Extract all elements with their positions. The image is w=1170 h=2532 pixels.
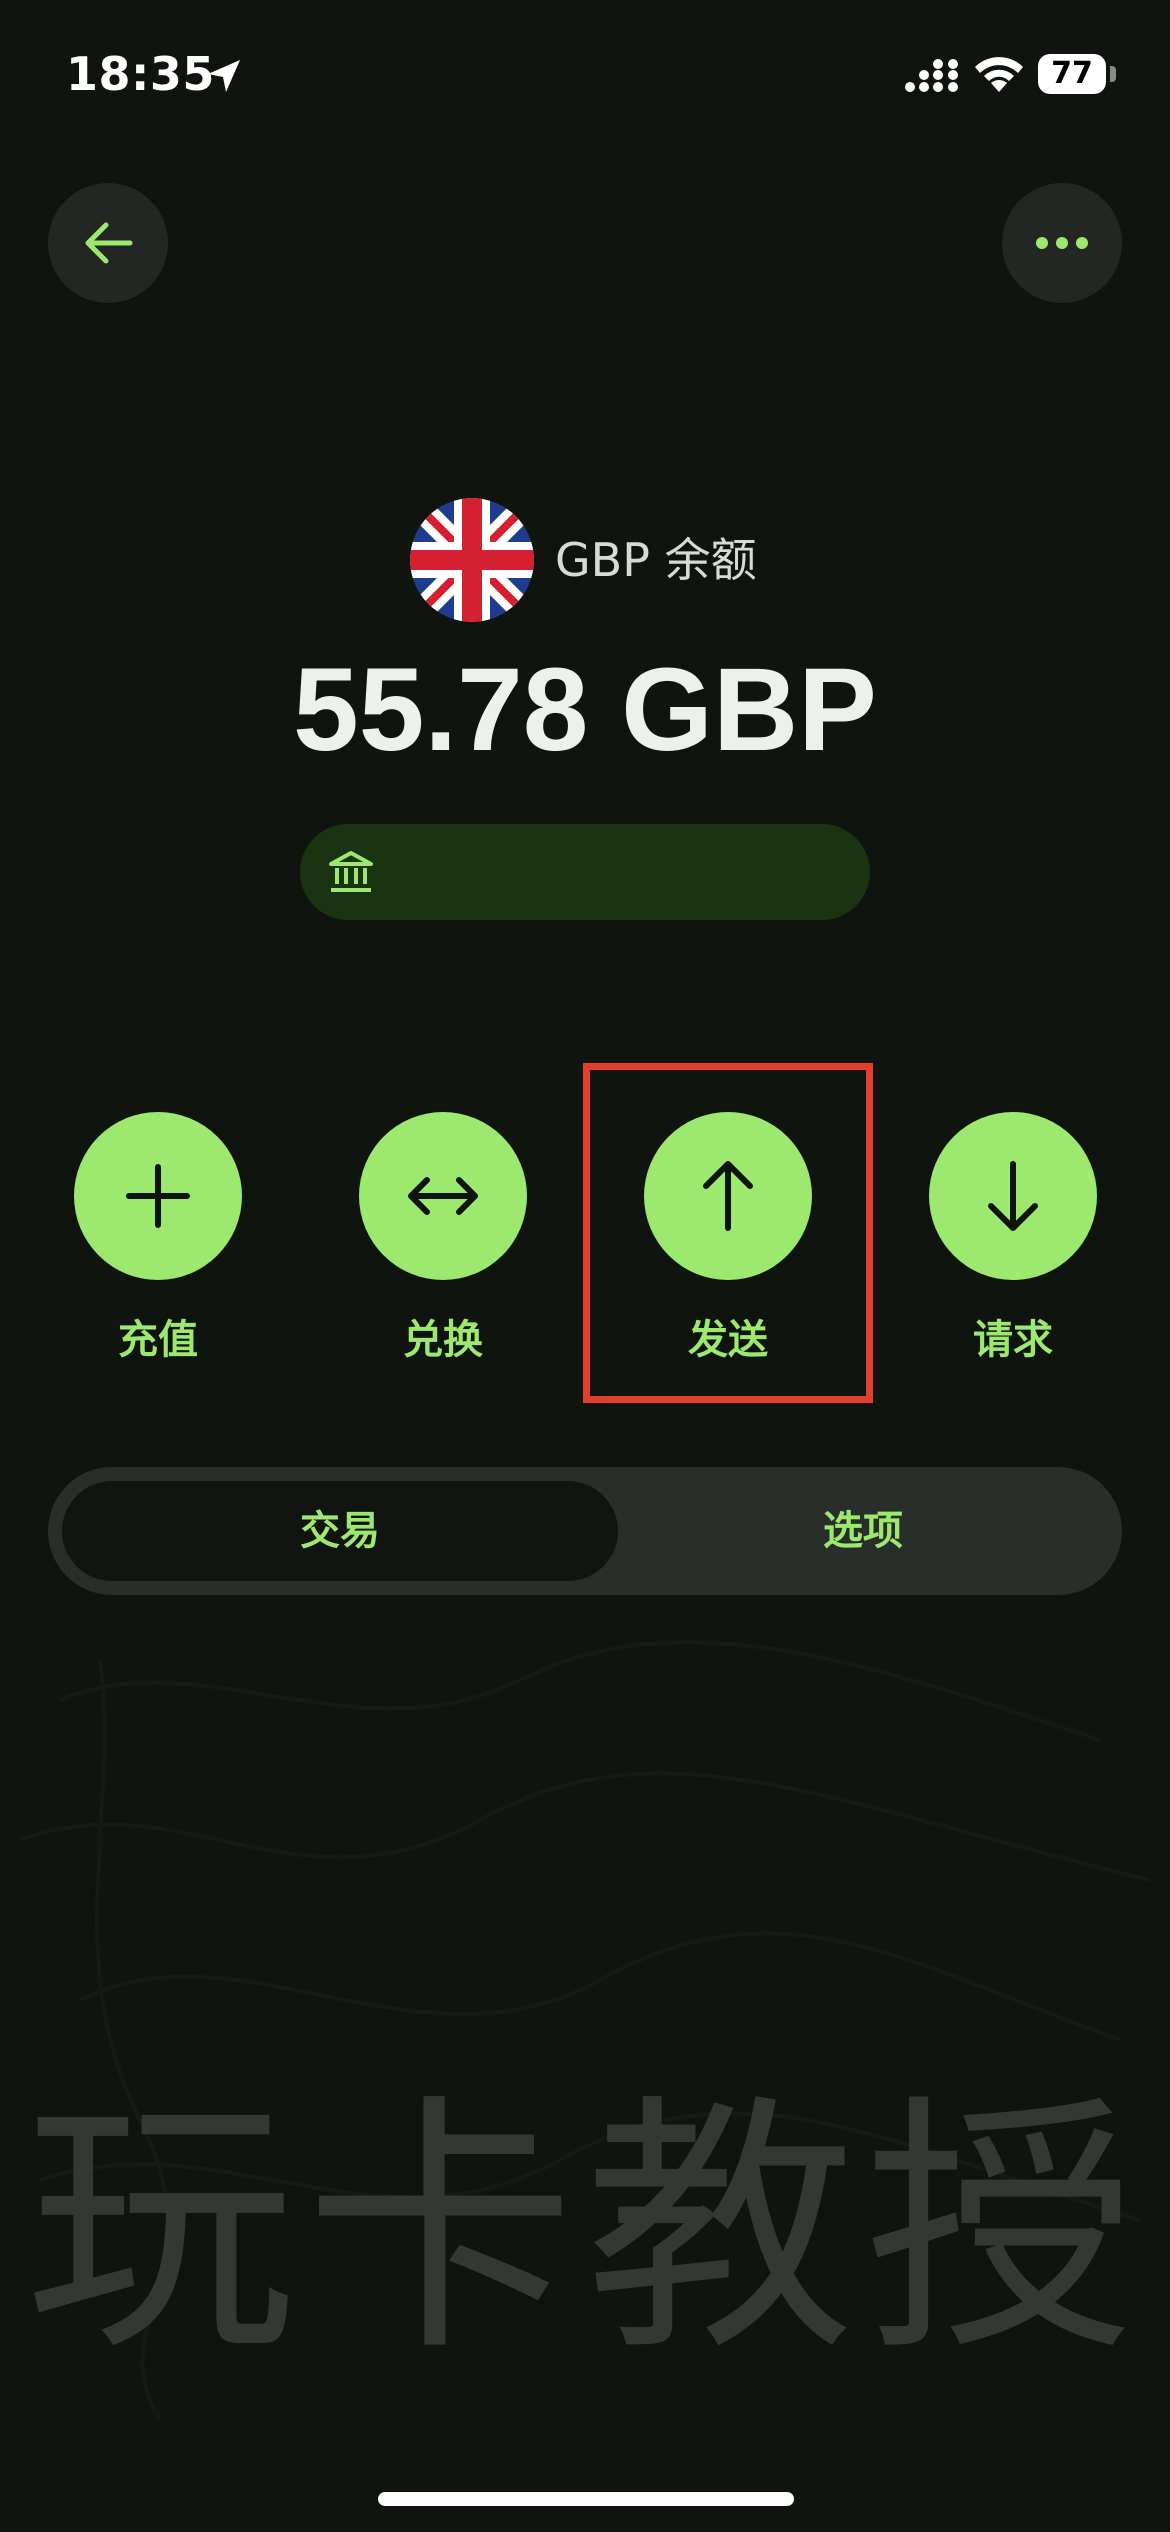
plus-icon <box>126 1164 190 1228</box>
top-up-label: 充值 <box>118 1317 198 1363</box>
status-time: 18:35 <box>66 47 215 101</box>
cellular-signal-icon <box>905 59 958 92</box>
arrow-left-icon <box>85 222 133 264</box>
balance-label: GBP 余额 <box>555 533 757 587</box>
wifi-icon <box>975 57 1023 92</box>
double-arrow-icon <box>408 1177 478 1215</box>
request-action[interactable]: 请求 <box>913 1112 1113 1366</box>
screen: 18:35 77 GBP 余额 55.78 GBP 充值 兑换 发送 请求 交易… <box>0 0 1170 2532</box>
send-highlight-box <box>583 1063 873 1403</box>
bank-icon <box>329 851 373 892</box>
bank-details-pill[interactable] <box>300 824 870 920</box>
watermark-text: 玩卡教授 <box>25 2072 1145 2387</box>
ellipsis-icon <box>1036 237 1088 249</box>
arrow-down-icon <box>988 1161 1038 1231</box>
top-up-action[interactable]: 充值 <box>58 1112 258 1366</box>
tab-transactions[interactable]: 交易 <box>62 1481 618 1581</box>
home-indicator[interactable] <box>378 2492 794 2506</box>
request-label: 请求 <box>973 1317 1053 1363</box>
convert-label: 兑换 <box>403 1317 483 1363</box>
request-button[interactable] <box>929 1112 1097 1280</box>
segmented-tabs: 交易 选项 <box>48 1467 1122 1595</box>
convert-button[interactable] <box>359 1112 527 1280</box>
battery-indicator: 77 <box>1038 54 1106 94</box>
battery-tip <box>1110 66 1116 82</box>
convert-action[interactable]: 兑换 <box>343 1112 543 1366</box>
balance-amount: 55.78 GBP <box>293 644 877 776</box>
back-button[interactable] <box>48 183 168 303</box>
top-up-button[interactable] <box>74 1112 242 1280</box>
location-arrow-icon <box>208 60 240 92</box>
more-options-button[interactable] <box>1002 183 1122 303</box>
uk-flag-icon <box>410 498 534 622</box>
tab-options[interactable]: 选项 <box>618 1481 1108 1581</box>
